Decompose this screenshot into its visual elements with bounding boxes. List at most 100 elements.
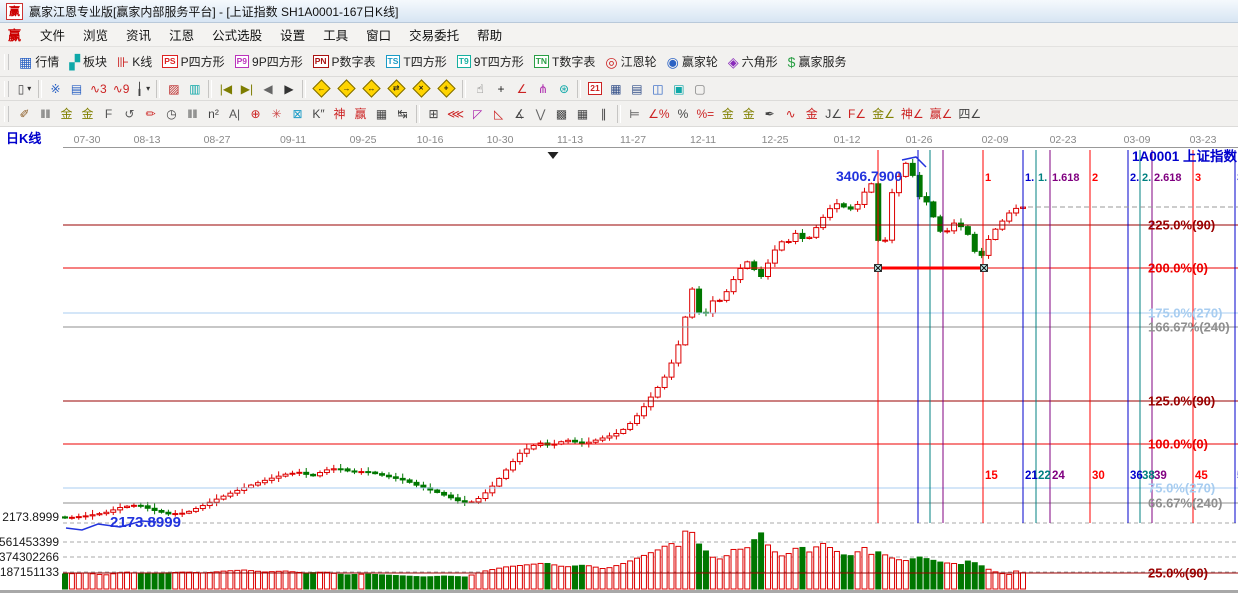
toolbar-btn-t-number-table[interactable]: TNT数字表 [529, 51, 601, 73]
toolbar-btn-n-square[interactable]: n² [203, 104, 224, 124]
toolbar-btn-compress-horizontal[interactable]: ⇄ [384, 79, 409, 99]
toolbar-btn-si-angle[interactable]: 四∠ [955, 104, 984, 124]
toolbar-btn-f-ruler[interactable]: F [98, 104, 119, 124]
toolbar-btn-sectors[interactable]: ▞板块 [64, 51, 112, 73]
toolbar-btn-ying-tool[interactable]: 赢 [350, 104, 371, 124]
toolbar-btn-parallel-lines[interactable]: ∥ [593, 104, 614, 124]
chart-canvas[interactable]: 07-3008-1308-2709-1109-2510-1610-3011-13… [0, 127, 1238, 593]
toolbar-btn-wave-3[interactable]: ∿3 [87, 79, 110, 99]
toolbar-btn-pan-hand[interactable]: ☝ [469, 79, 490, 99]
menu-settings[interactable]: 设置 [271, 23, 314, 46]
toolbar-btn-calendar[interactable]: 21 [584, 79, 605, 99]
toolbar-btn-gold-angle[interactable]: 金∠ [869, 104, 898, 124]
toolbar-btn-winner-service[interactable]: $赢家服务 [783, 51, 852, 73]
toolbar-btn-9t-square[interactable]: T99T四方形 [452, 51, 529, 73]
toolbar-btn-next-page[interactable]: ▶ [278, 79, 299, 99]
toolbar-btn-smart-analyze[interactable]: ⊛ [553, 79, 574, 99]
toolbar-btn-f-angle[interactable]: F∠ [845, 104, 869, 124]
toolbar-btn-draw-pen[interactable]: ✐ [14, 104, 35, 124]
toolbar-btn-corner-rays[interactable]: ◺ [488, 104, 509, 124]
toolbar-btn-percent-angle[interactable]: ∠% [645, 104, 672, 124]
toolbar-btn-winner-wheel[interactable]: ◉赢家轮 [662, 51, 723, 73]
gann-anchor-segment[interactable] [875, 265, 989, 272]
toolbar-btn-gann-box-gold-2[interactable]: 金 [77, 104, 98, 124]
toolbar-btn-candle-type[interactable]: ╽▾ [132, 79, 153, 99]
toolbar-btn-ying-angle[interactable]: 赢∠ [927, 104, 956, 124]
toolbar-btn-box-draw[interactable]: ⊞ [423, 104, 444, 124]
toolbar-btn-red-pen[interactable]: ✏ [140, 104, 161, 124]
toolbar-btn-angle-lines[interactable]: ∡ [509, 104, 530, 124]
toolbar-btn-tick-marks[interactable]: ǁǁ [35, 104, 56, 124]
toolbar-btn-grid-123[interactable]: ▦ [371, 104, 392, 124]
toolbar-btn-pattern-box[interactable]: ▨ [163, 79, 184, 99]
toolbar-btn-time-circle[interactable]: ◷ [161, 104, 182, 124]
toolbar-btn-gold-underline[interactable]: 金 [801, 104, 822, 124]
toolbar-btn-prev-page[interactable]: ◀ [257, 79, 278, 99]
toolbar-btn-zigzag-line[interactable]: ⋁ [530, 104, 551, 124]
toolbar-btn-mirror-line[interactable]: A| [224, 104, 245, 124]
toolbar-grip[interactable] [4, 81, 9, 97]
menu-formula-pick[interactable]: 公式选股 [203, 23, 271, 46]
menu-help[interactable]: 帮助 [468, 23, 511, 46]
toolbar-btn-boxed-grid[interactable]: ⊠ [287, 104, 308, 124]
toolbar-btn-tick-marks-2[interactable]: ǁǁ [182, 104, 203, 124]
toolbar-btn-zoom-out[interactable]: × [409, 79, 434, 99]
menu-news[interactable]: 资讯 [117, 23, 160, 46]
toolbar-btn-p-square[interactable]: PSP四方形 [157, 51, 229, 73]
toolbar-btn-volume-style[interactable]: ▥ [184, 79, 205, 99]
toolbar-btn-crosshair[interactable]: + [490, 79, 511, 99]
toolbar-btn-remote-assist[interactable]: ▢ [689, 79, 710, 99]
toolbar-btn-t-square[interactable]: TST四方形 [381, 51, 452, 73]
toolbar-btn-ink-pen[interactable]: ✒ [759, 104, 780, 124]
toolbar-btn-j-angle[interactable]: J∠ [822, 104, 845, 124]
toolbar-btn-p-number-table[interactable]: PNP数字表 [308, 51, 381, 73]
toolbar-btn-percent-levels[interactable]: %= [694, 104, 718, 124]
toolbar-btn-dense-grid[interactable]: ▩ [551, 104, 572, 124]
toolbar-btn-shen-angle[interactable]: 神∠ [898, 104, 927, 124]
toolbar-btn-net-station[interactable]: ▣ [668, 79, 689, 99]
toolbar-btn-calculator[interactable]: ▦ [605, 79, 626, 99]
menu-browse[interactable]: 浏览 [74, 23, 117, 46]
toolbar-btn-shen-tool[interactable]: 神 [329, 104, 350, 124]
toolbar-btn-expand-horizontal[interactable]: ↔ [359, 79, 384, 99]
toolbar-btn-gann-wheel[interactable]: ◎江恩轮 [600, 51, 661, 73]
toolbar-btn-gann-gold-circle[interactable]: 金 [717, 104, 738, 124]
toolbar-btn-kline-style[interactable]: ▯▾ [14, 79, 35, 99]
menu-gann[interactable]: 江恩 [160, 23, 203, 46]
toolbar-grip[interactable] [4, 54, 9, 70]
toolbar-btn-9p-square[interactable]: P99P四方形 [230, 51, 308, 73]
menu-window[interactable]: 窗口 [357, 23, 400, 46]
toolbar-btn-corner-fan[interactable]: ◸ [467, 104, 488, 124]
menu-trade-order[interactable]: 交易委托 [400, 23, 468, 46]
toolbar-btn-angle-measure[interactable]: ∠ [511, 79, 532, 99]
toolbar-btn-ray-fan[interactable]: ⋘ [444, 104, 467, 124]
toolbar-btn-quotes[interactable]: ▦行情 [14, 51, 64, 73]
toolbar-btn-kline[interactable]: ⊪K线 [112, 51, 157, 73]
toolbar-btn-pan-left[interactable]: ← [309, 79, 334, 99]
toolbar-btn-star-rays[interactable]: ✳ [266, 104, 287, 124]
menu-file[interactable]: 文件 [31, 23, 74, 46]
toolbar-btn-last-page[interactable]: ▶| [236, 79, 257, 99]
toolbar-btn-percent[interactable]: % [673, 104, 694, 124]
menu-tools[interactable]: 工具 [314, 23, 357, 46]
toolbar-btn-hexagon[interactable]: ◈六角形 [723, 51, 783, 73]
toolbar-btn-pan-right[interactable]: → [334, 79, 359, 99]
toolbar-btn-k-quote[interactable]: K″ [308, 104, 329, 124]
toolbar-btn-save[interactable]: ◫ [647, 79, 668, 99]
toolbar-btn-grid-arrow[interactable]: ▦ [572, 104, 593, 124]
toolbar-btn-overlay-pattern[interactable]: ※ [45, 79, 66, 99]
toolbar-btn-circle-cross[interactable]: ⊕ [245, 104, 266, 124]
toolbar-btn-info-panel[interactable]: ▤ [66, 79, 87, 99]
toolbar-btn-wave-red[interactable]: ∿ [780, 104, 801, 124]
toolbar-btn-first-page[interactable]: |◀ [215, 79, 236, 99]
toolbar-btn-gann-gold-levels[interactable]: 金 [738, 104, 759, 124]
toolbar-btn-gann-box-gold[interactable]: 金 [56, 104, 77, 124]
toolbar-btn-gann-marker[interactable]: ⋔ [532, 79, 553, 99]
toolbar-btn-zoom-in[interactable]: + [434, 79, 459, 99]
toolbar-btn-memo[interactable]: ▤ [626, 79, 647, 99]
toolbar-btn-price-ruler[interactable]: ⊨ [624, 104, 645, 124]
toolbar-grip[interactable] [4, 106, 9, 122]
toolbar-btn-wave-9[interactable]: ∿9 [110, 79, 133, 99]
toolbar-btn-span-measure[interactable]: ↹ [392, 104, 413, 124]
toolbar-btn-spiral[interactable]: ↺ [119, 104, 140, 124]
